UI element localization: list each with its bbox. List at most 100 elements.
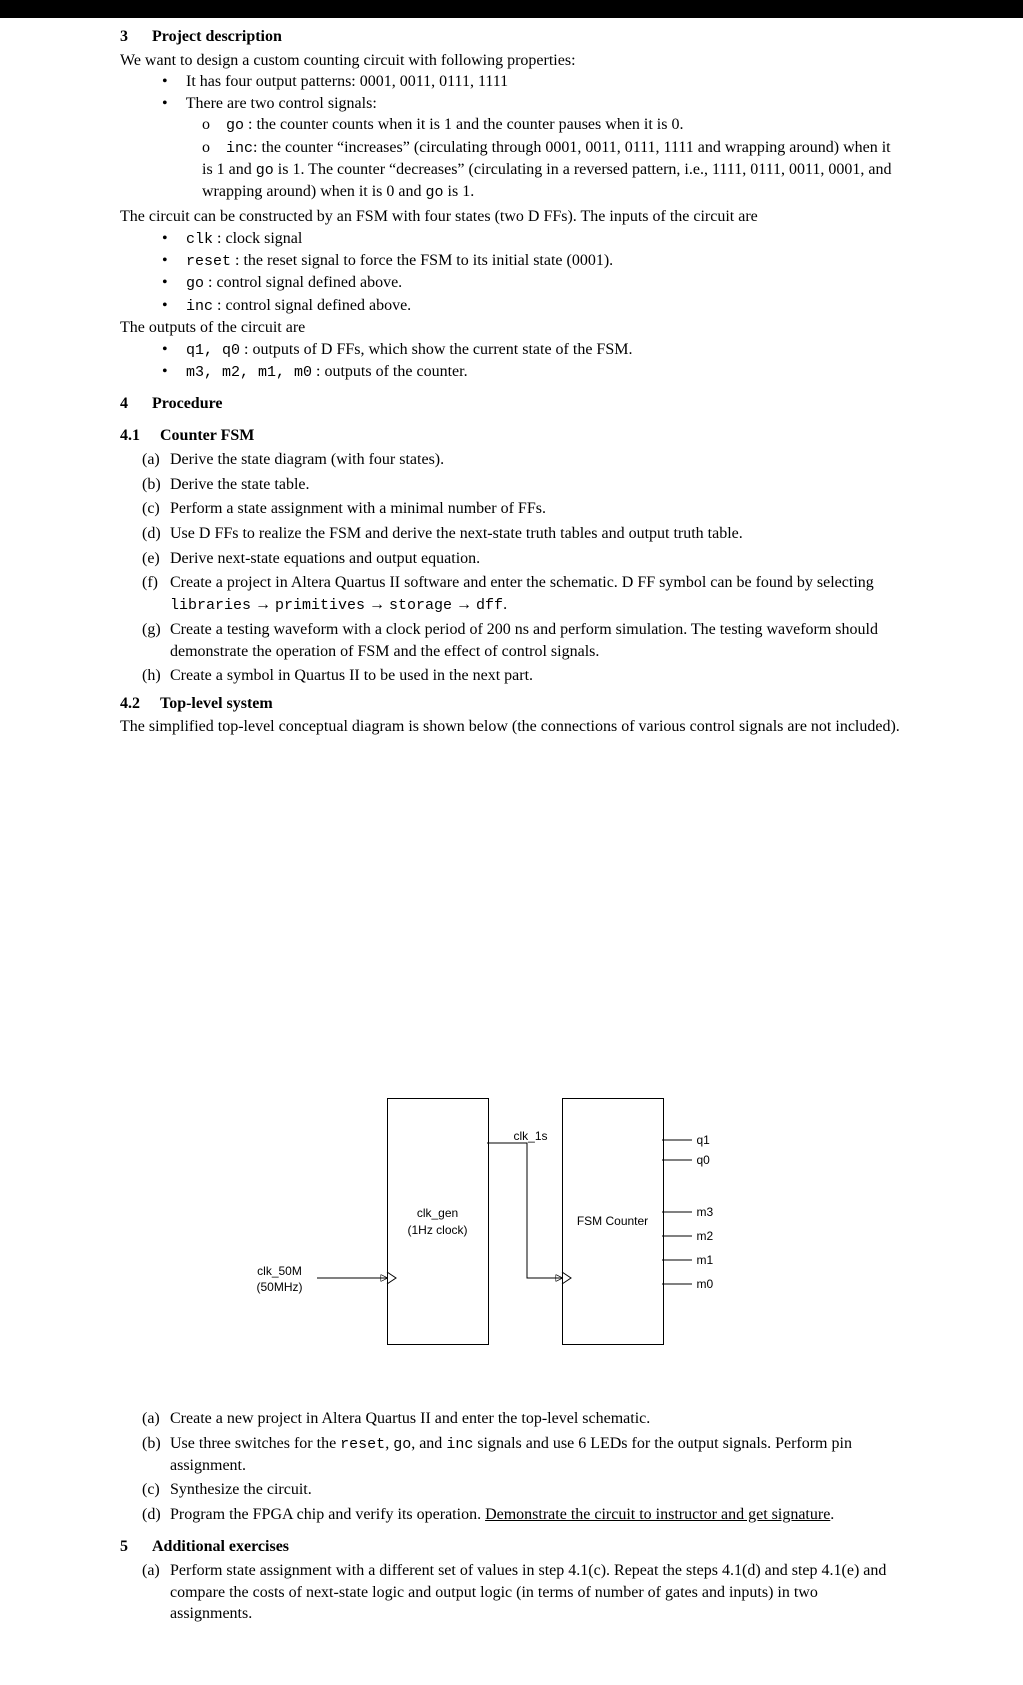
output-q: • q1, q0 : outputs of D FFs, which show …: [120, 339, 903, 361]
top-step-d: (d) Program the FPGA chip and verify its…: [142, 1504, 903, 1526]
section-number: 4: [120, 393, 148, 415]
subsection-4-2-heading: 4.2 Top-level system: [120, 693, 903, 715]
enum-label: (c): [142, 498, 170, 520]
step-g: (g)Create a testing waveform with a cloc…: [142, 619, 903, 662]
td-underlined: Demonstrate the circuit to instructor an…: [485, 1506, 830, 1523]
section-number: 5: [120, 1536, 148, 1558]
step-a: (a)Derive the state diagram (with four s…: [142, 449, 903, 471]
bullet-icon: •: [162, 361, 182, 383]
section-title: Additional exercises: [152, 1538, 289, 1555]
td-a: Program the FPGA chip and verify its ope…: [170, 1506, 485, 1523]
step-f-a: Create a project in Altera Quartus II so…: [170, 574, 874, 591]
signal-desc: : the reset signal to force the FSM to i…: [235, 252, 613, 269]
path-primitives: primitives: [275, 597, 365, 614]
enum-label: (a): [142, 1408, 170, 1430]
enum-label: (b): [142, 1433, 170, 1477]
circle-bullet-icon: o: [202, 137, 222, 159]
step-text: Perform a state assignment with a minima…: [170, 498, 903, 520]
bullet-control-signals: • There are two control signals:: [120, 93, 903, 115]
arrow-icon: →: [452, 596, 476, 613]
signal-desc: : outputs of the counter.: [316, 363, 468, 380]
signal-desc: : outputs of D FFs, which show the curre…: [244, 341, 632, 358]
step-h: (h)Create a symbol in Quartus II to be u…: [142, 665, 903, 687]
input-reset: • reset : the reset signal to force the …: [120, 250, 903, 272]
top-step-a: (a)Create a new project in Altera Quartu…: [142, 1408, 903, 1430]
path-libraries: libraries: [170, 597, 251, 614]
step-text: Derive next-state equations and output e…: [170, 548, 903, 570]
enum-label: (h): [142, 665, 170, 687]
step-text: Create a project in Altera Quartus II so…: [170, 572, 903, 616]
fsm-text: The circuit can be constructed by an FSM…: [120, 206, 903, 228]
td-period: .: [830, 1506, 834, 1523]
signal-name: m3, m2, m1, m0: [186, 364, 312, 381]
bullet-icon: •: [162, 272, 182, 294]
section-5-heading: 5 Additional exercises: [120, 1536, 903, 1558]
enum-label: (d): [142, 523, 170, 545]
enum-label: (d): [142, 1504, 170, 1526]
tb-a: Use three switches for the: [170, 1435, 340, 1452]
go-ref: go: [426, 184, 444, 201]
subsection-number: 4.1: [120, 425, 156, 447]
signal-name: inc: [186, 298, 213, 315]
subsection-4-2-intro: The simplified top-level conceptual diag…: [120, 716, 903, 738]
wires: [232, 1028, 792, 1388]
arrow-icon: →: [365, 596, 389, 613]
top-step-b: (b) Use three switches for the reset, go…: [142, 1433, 903, 1477]
subbullet-go: o go : the counter counts when it is 1 a…: [120, 114, 903, 136]
subbullet-inc: o inc: the counter “increases” (circulat…: [120, 137, 903, 204]
signal-desc: : control signal defined above.: [208, 274, 402, 291]
block-diagram: clk_50M (50MHz) clk_gen (1Hz clock) clk_…: [232, 1028, 792, 1388]
go-ref: go: [256, 162, 274, 179]
enum-label: (g): [142, 619, 170, 662]
arrow-icon: →: [251, 596, 275, 613]
enum-label: (b): [142, 474, 170, 496]
step-text: Derive the state diagram (with four stat…: [170, 449, 903, 471]
reset-ref: reset: [340, 1436, 385, 1453]
signal-name: go: [226, 117, 244, 134]
inc-desc-c: is 1.: [444, 183, 475, 200]
enum-label: (c): [142, 1479, 170, 1501]
step-e: (e)Derive next-state equations and outpu…: [142, 548, 903, 570]
go-ref: go: [393, 1436, 411, 1453]
enum-label: (a): [142, 449, 170, 471]
window-top-bar: [0, 0, 1023, 18]
step-text: Perform state assignment with a differen…: [170, 1560, 903, 1625]
subsection-title: Top-level system: [160, 695, 273, 712]
bullet-output-patterns: • It has four output patterns: 0001, 001…: [120, 71, 903, 93]
signal-desc: : control signal defined above.: [217, 297, 411, 314]
section-3-heading: 3 Project description: [120, 26, 903, 48]
signal-desc: : clock signal: [217, 230, 302, 247]
bullet-icon: •: [162, 93, 182, 115]
path-dff: dff: [476, 597, 503, 614]
page-1: 3 Project description We want to design …: [0, 26, 1023, 928]
step-text: Create a symbol in Quartus II to be used…: [170, 665, 903, 687]
path-storage: storage: [389, 597, 452, 614]
input-go: • go : control signal defined above.: [120, 272, 903, 294]
signal-name: q1, q0: [186, 342, 240, 359]
section-number: 3: [120, 26, 148, 48]
step-text: Create a new project in Altera Quartus I…: [170, 1408, 903, 1430]
inc-ref: inc: [446, 1436, 473, 1453]
step-text: Use D FFs to realize the FSM and derive …: [170, 523, 903, 545]
input-clk: • clk : clock signal: [120, 228, 903, 250]
subsection-number: 4.2: [120, 693, 156, 715]
bullet-icon: •: [162, 339, 182, 361]
intro-text: We want to design a custom counting circ…: [120, 50, 903, 72]
bullet-icon: •: [162, 295, 182, 317]
circle-bullet-icon: o: [202, 114, 222, 136]
bullet-icon: •: [162, 250, 182, 272]
top-step-c: (c)Synthesize the circuit.: [142, 1479, 903, 1501]
output-m: • m3, m2, m1, m0 : outputs of the counte…: [120, 361, 903, 383]
step-b: (b)Derive the state table.: [142, 474, 903, 496]
subsection-4-1-heading: 4.1 Counter FSM: [120, 425, 903, 447]
signal-desc: : the counter counts when it is 1 and th…: [248, 116, 683, 133]
bullet-icon: •: [162, 228, 182, 250]
enum-label: (e): [142, 548, 170, 570]
add-ex-a: (a)Perform state assignment with a diffe…: [142, 1560, 903, 1625]
signal-name: inc: [226, 140, 253, 157]
bullet-text: There are two control signals:: [186, 95, 377, 112]
section-title: Procedure: [152, 395, 223, 412]
bullet-icon: •: [162, 71, 182, 93]
signal-name: clk: [186, 231, 213, 248]
inc-desc-b: is 1. The counter “decreases” (circulati…: [202, 161, 892, 200]
